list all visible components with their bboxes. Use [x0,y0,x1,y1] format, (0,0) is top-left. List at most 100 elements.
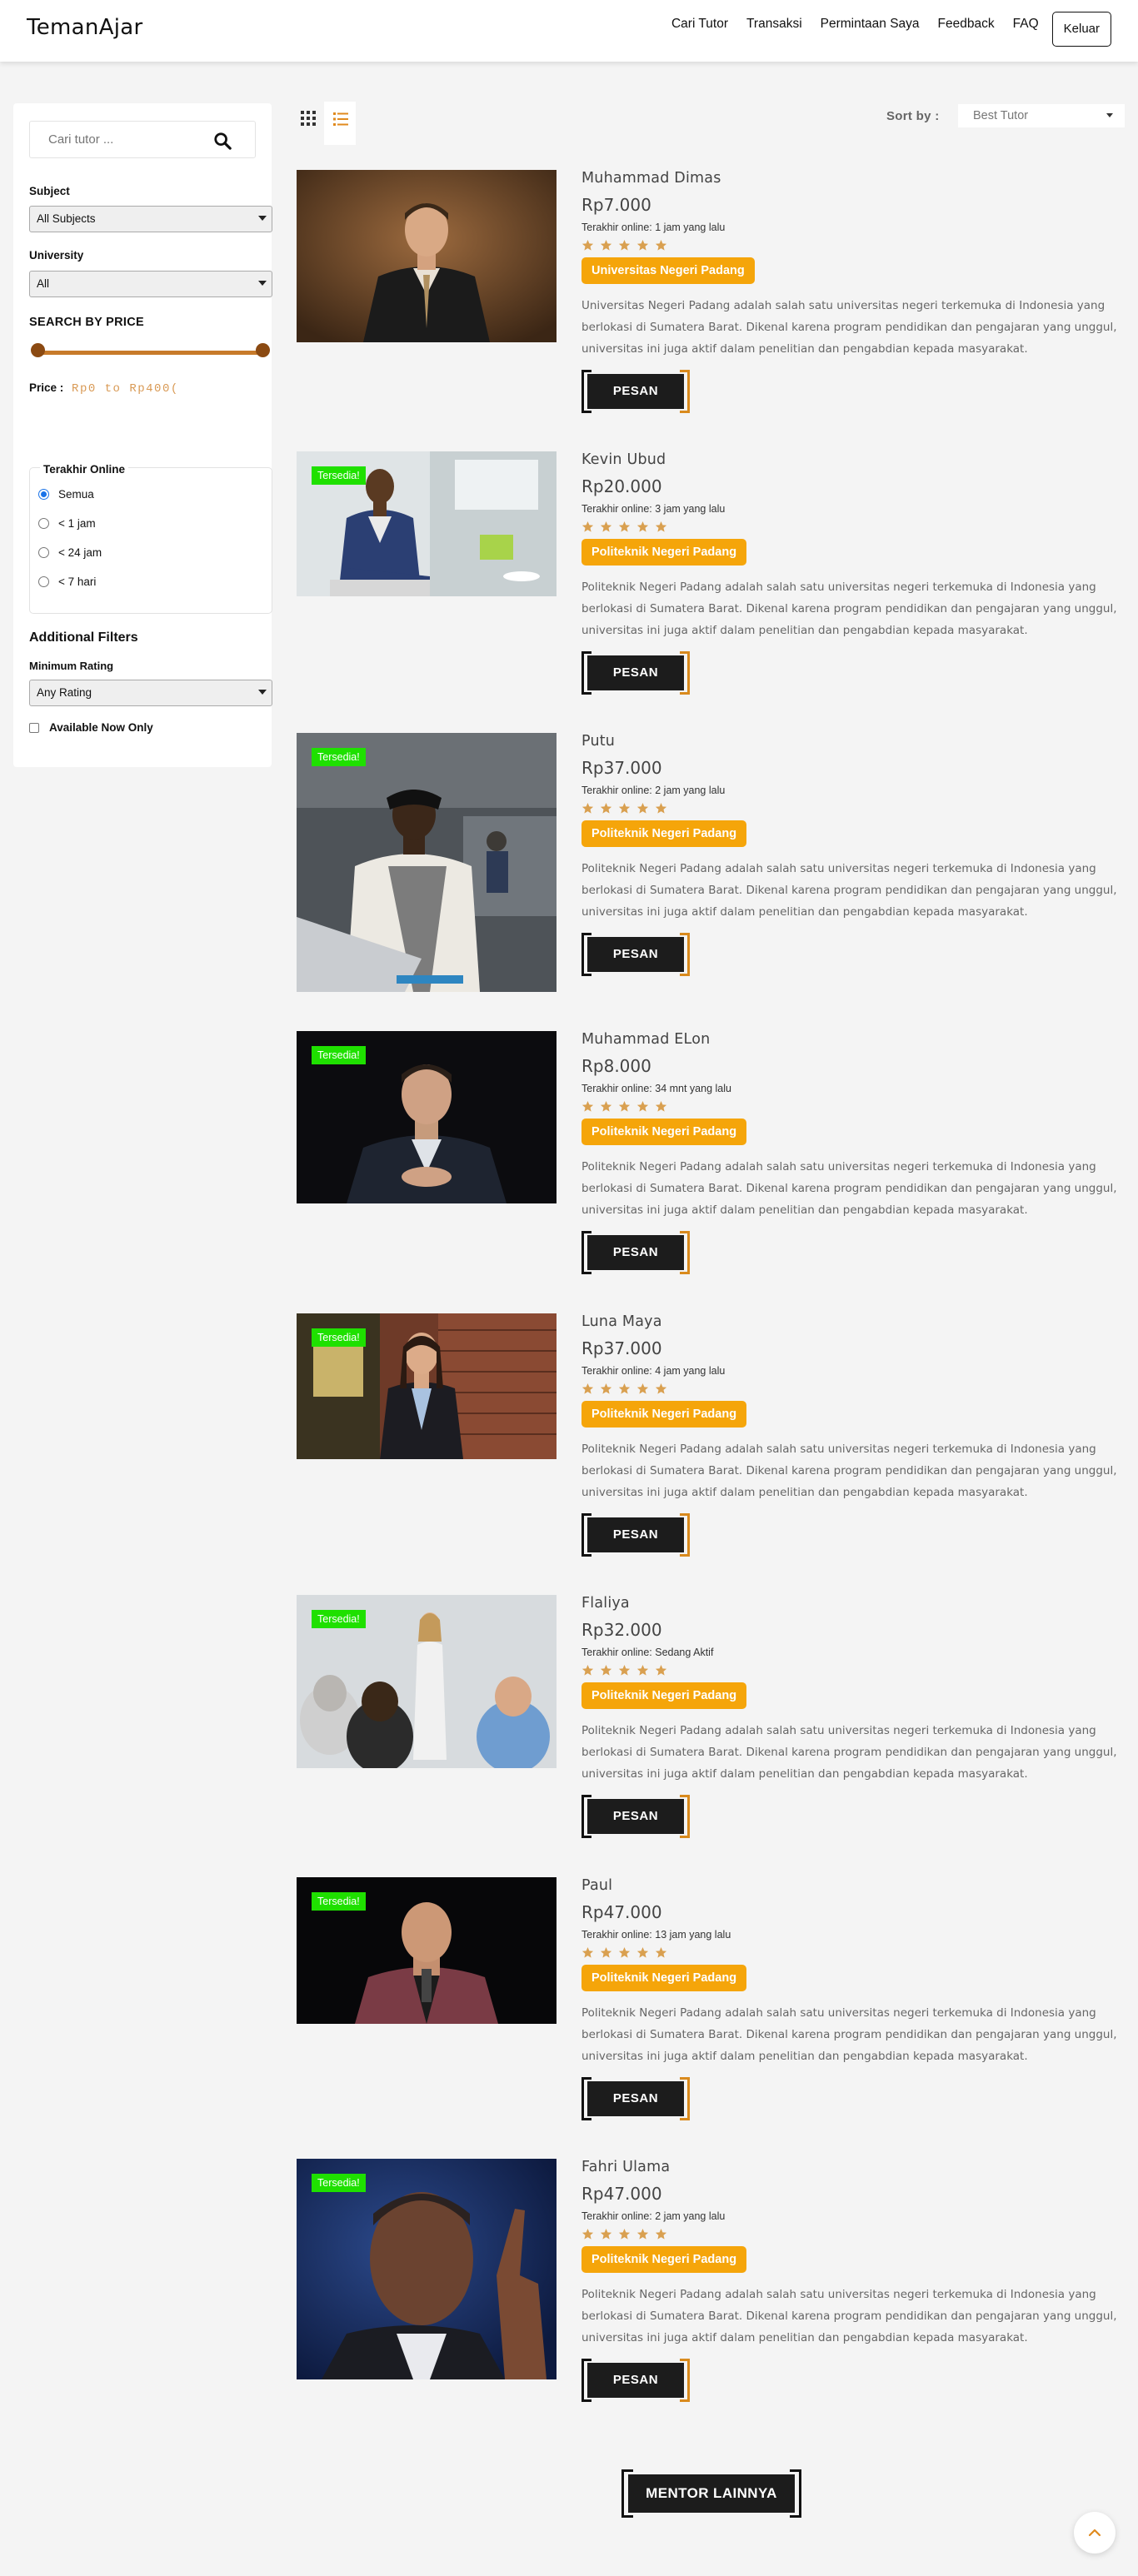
tutor-rating [581,2228,1121,2241]
tutor-rating [581,1946,1121,1960]
price-range-value: Rp0 to Rp400( [72,382,179,396]
tutor-name[interactable]: Luna Maya [581,1313,1121,1330]
nav-feedback[interactable]: Feedback [938,17,995,32]
tutor-photo[interactable] [297,170,557,342]
list-view-icon[interactable] [333,112,348,126]
tutor-name[interactable]: Putu [581,733,1121,750]
radio[interactable] [38,518,49,529]
tutor-name[interactable]: Fahri Ulama [581,2159,1121,2175]
available-badge: Tersedia! [312,466,366,485]
tutor-photo[interactable]: Tersedia! [297,1313,557,1459]
radio[interactable] [38,576,49,587]
order-button[interactable]: PESAN [581,1795,690,1838]
tutor-photo[interactable]: Tersedia! [297,2159,557,2379]
tutor-photo[interactable]: Tersedia! [297,1595,557,1768]
university-badge: Politeknik Negeri Padang [581,1119,747,1145]
radio-selected[interactable] [38,489,49,500]
tutor-info: Muhammad ELon Rp8.000 Terakhir online: 34 … [581,1031,1121,1274]
tutor-name[interactable]: Kevin Ubud [581,451,1121,468]
nav-faq[interactable]: FAQ [1013,17,1039,32]
star-icon [636,802,649,814]
star-icon [636,521,649,532]
order-button[interactable]: PESAN [581,370,690,413]
order-button[interactable]: PESAN [581,2359,690,2402]
university-badge: Politeknik Negeri Padang [581,1965,747,1991]
tutor-description: Politeknik Negeri Padang adalah salah sa… [581,1442,1117,1499]
tutor-rating [581,1100,1121,1114]
nav-permintaan-saya[interactable]: Permintaan Saya [821,17,920,32]
tutor-name[interactable]: Flaliya [581,1595,1121,1612]
online-option-label: < 24 jam [58,546,102,559]
order-button[interactable]: PESAN [581,1231,690,1274]
min-rating-select[interactable]: Any Rating [29,680,272,706]
search-input[interactable] [48,132,207,147]
online-option-7-hari[interactable]: < 7 hari [38,575,96,588]
order-button-label[interactable]: PESAN [587,1517,684,1552]
grid-view-icon[interactable] [301,111,316,126]
tutor-description: Politeknik Negeri Padang adalah salah sa… [581,2288,1117,2344]
star-icon [655,239,667,251]
more-mentors-label[interactable]: MENTOR LAINNYA [628,2474,795,2513]
search-icon[interactable] [213,132,232,150]
price-slider-track[interactable] [37,351,262,355]
university-select[interactable]: All [29,271,272,297]
order-button[interactable]: PESAN [581,2077,690,2120]
tutor-price: Rp47.000 [581,1902,662,1922]
available-badge: Tersedia! [312,1046,366,1064]
brand-logo[interactable]: TemanAjar [27,15,143,40]
star-icon [600,1664,612,1676]
available-now-filter[interactable]: Available Now Only [29,721,153,734]
tutor-photo[interactable]: Tersedia! [297,451,557,596]
available-now-checkbox[interactable] [29,722,39,733]
tutor-photo[interactable]: Tersedia! [297,1031,557,1203]
price-slider-min-handle[interactable] [31,343,45,357]
subject-select[interactable]: All Subjects [29,206,272,232]
star-icon [581,521,594,532]
tutor-card: Muhammad Dimas Rp7.000 Terakhir online: 1 … [297,170,1121,420]
star-icon [600,1946,612,1958]
logout-button[interactable]: Keluar [1051,12,1111,47]
back-to-top-button[interactable] [1074,2512,1116,2554]
sort-select[interactable]: Best Tutor [958,104,1125,127]
subject-label: Subject [29,185,70,197]
available-badge: Tersedia! [312,2174,366,2192]
order-button-label[interactable]: PESAN [587,937,684,972]
price-slider-max-handle[interactable] [256,343,270,357]
order-button-label[interactable]: PESAN [587,1235,684,1270]
order-button-label[interactable]: PESAN [587,2363,684,2398]
more-mentors-button[interactable]: MENTOR LAINNYA [621,2469,801,2518]
star-icon [581,1100,594,1112]
tutor-info: Muhammad Dimas Rp7.000 Terakhir online: 1 … [581,170,1121,413]
order-button-label[interactable]: PESAN [587,2081,684,2116]
star-icon [618,1946,631,1958]
tutor-price: Rp37.000 [581,758,662,778]
order-button-label[interactable]: PESAN [587,655,684,690]
order-button[interactable]: PESAN [581,651,690,695]
tutor-photo[interactable]: Tersedia! [297,1877,557,2024]
tutor-name[interactable]: Muhammad ELon [581,1031,1121,1048]
tutor-price: Rp47.000 [581,2184,662,2204]
nav-cari-tutor[interactable]: Cari Tutor [671,17,728,32]
tutor-photo-image [297,170,557,342]
sort-select-value: Best Tutor [973,109,1029,122]
online-option-semua[interactable]: Semua [38,488,94,501]
online-option-24-jam[interactable]: < 24 jam [38,546,102,559]
order-button[interactable]: PESAN [581,1513,690,1557]
order-button-label[interactable]: PESAN [587,374,684,409]
order-button[interactable]: PESAN [581,933,690,976]
price-heading: SEARCH BY PRICE [29,316,144,329]
tutor-name[interactable]: Paul [581,1877,1121,1894]
list-view-toggle[interactable] [324,102,356,145]
online-option-1-jam[interactable]: < 1 jam [38,517,96,530]
tutor-info: Flaliya Rp32.000 Terakhir online: Sedang A… [581,1595,1121,1838]
nav-transaksi[interactable]: Transaksi [746,17,802,32]
tutor-photo[interactable]: Tersedia! [297,733,557,992]
radio[interactable] [38,547,49,558]
star-icon [655,1383,667,1394]
tutor-last-online: Terakhir online: 3 jam yang lalu [581,503,726,515]
tutor-last-online: Terakhir online: 34 mnt yang lalu [581,1083,731,1094]
order-button-label[interactable]: PESAN [587,1799,684,1834]
tutor-name[interactable]: Muhammad Dimas [581,170,1121,187]
star-icon [636,1664,649,1676]
tutor-description: Politeknik Negeri Padang adalah salah sa… [581,1160,1117,1217]
